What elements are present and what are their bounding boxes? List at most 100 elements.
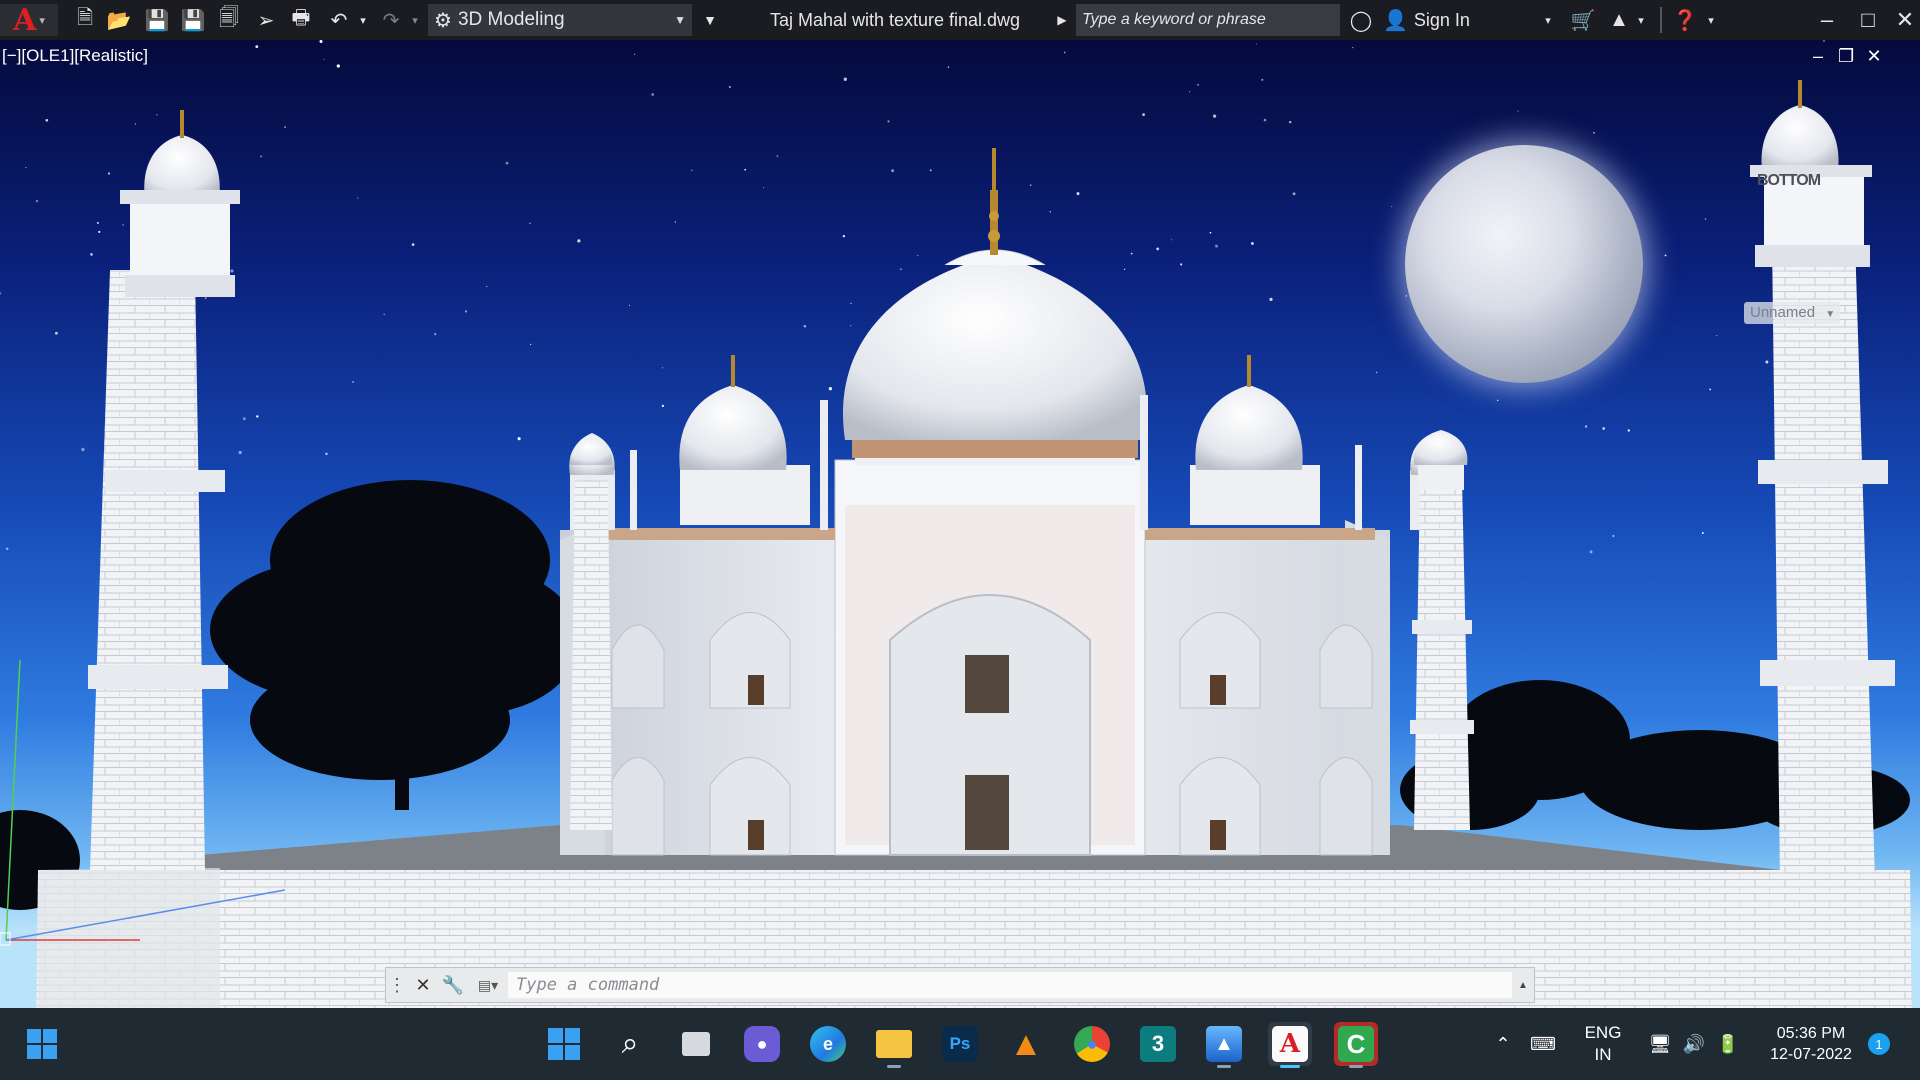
minaret-right-inner (1410, 430, 1474, 830)
teams-chat-icon[interactable]: ● (740, 1022, 784, 1066)
application-menu-button[interactable]: A ▾ (0, 2, 58, 38)
document-title: Taj Mahal with texture final.dwg (769, 9, 1021, 30)
photos-glyph: ▲ (1206, 1026, 1242, 1062)
windows-taskbar: ⌕ ● e Ps ▲ ● 3 ▲ A C ⌃ ⌨ ENG IN 🖥 🔊 🔋 05… (0, 1008, 1920, 1080)
plot-export-icon[interactable]: ➢ (251, 4, 281, 36)
binoculars-icon[interactable]: ◯ (1346, 4, 1376, 36)
save-as-icon[interactable]: 💾 (178, 4, 208, 36)
new-icon[interactable]: 🗎 (70, 4, 100, 36)
autodesk-app-icon[interactable]: ▲ (1604, 4, 1634, 36)
chevron-down-icon: ▼ (1825, 309, 1836, 320)
search-glyph: ⌕ (621, 1027, 639, 1060)
user-icon: 👤 (1383, 9, 1408, 32)
running-indicator (1349, 1065, 1363, 1068)
chevron-down-icon[interactable]: ▾ (1634, 4, 1648, 36)
vlc-cone-glyph: ▲ (1009, 1024, 1043, 1063)
search-icon[interactable]: ⌕ (608, 1022, 652, 1066)
plot-icon[interactable]: 🖶 (286, 4, 316, 36)
teams-glyph: ● (744, 1026, 780, 1062)
task-view-icon[interactable] (674, 1022, 718, 1066)
camtasia-icon[interactable]: C (1334, 1022, 1378, 1068)
notification-center-button[interactable]: 1 (1866, 1008, 1892, 1080)
windows-start-button[interactable] (20, 1022, 64, 1066)
vlc-icon[interactable]: ▲ (1004, 1022, 1048, 1066)
viewport-controls-label[interactable]: [−][OLE1][Realistic] (2, 46, 148, 66)
clock-time: 05:36 PM (1776, 1025, 1846, 1042)
chevron-down-icon: ▼ (674, 13, 686, 27)
clock-date: 12-07-2022 (1770, 1046, 1852, 1063)
3dsmax-glyph: 3 (1140, 1026, 1176, 1062)
network-icon[interactable]: 🖥 (1646, 1008, 1674, 1080)
sign-in-label: Sign In (1413, 9, 1470, 30)
open-from-web-icon[interactable]: 🗐 (214, 4, 244, 36)
title-bar: A ▾ 🗎 📂 💾 💾 🗐 ➢ 🖶 ↶ ▾ ↷ ▾ ⚙ 3D Modeling … (0, 0, 1920, 40)
maximize-icon[interactable]: □ (1853, 4, 1883, 36)
customize-wrench-icon[interactable]: 🔧 (438, 975, 468, 996)
help-icon[interactable]: ❓ (1670, 4, 1700, 36)
drag-handle-icon[interactable]: ⋮ (386, 975, 408, 996)
clock[interactable]: 05:36 PM 12-07-2022 (1752, 1008, 1870, 1080)
autocad-logo-icon: A (13, 2, 37, 38)
minimize-icon[interactable]: – (1812, 4, 1842, 36)
viewport-minimize-icon[interactable]: – (1810, 46, 1826, 67)
folder-glyph (876, 1030, 912, 1058)
ucs-menu[interactable]: Unnamed ▼ (1744, 302, 1840, 324)
camtasia-glyph: C (1338, 1026, 1374, 1062)
chhatri-left (679, 355, 810, 525)
running-indicator (1217, 1065, 1231, 1068)
running-indicator (887, 1065, 901, 1068)
chhatri-right (1190, 355, 1320, 525)
input-language-indicator[interactable]: ENG IN (1572, 1008, 1634, 1080)
close-icon[interactable]: ✕ (1890, 4, 1920, 36)
customize-toolbar-icon[interactable]: ▼ (700, 4, 720, 36)
notification-badge: 1 (1868, 1033, 1890, 1055)
tree-silhouette-left (210, 480, 580, 810)
command-input[interactable]: Type a command (508, 972, 1512, 998)
command-line: ⋮ ✕ 🔧 ▤▾ Type a command ▲ (385, 967, 1535, 1003)
chevron-up-icon[interactable]: ▲ (1512, 980, 1534, 991)
language-code: ENG (1584, 1023, 1622, 1042)
edge-icon[interactable]: e (806, 1022, 850, 1066)
edge-glyph: e (810, 1026, 846, 1062)
viewcube-face-label[interactable]: BOTTOM (1757, 172, 1821, 190)
battery-icon[interactable]: 🔋 (1714, 1008, 1742, 1080)
chevron-down-icon[interactable]: ▾ (1538, 4, 1558, 36)
photos-icon[interactable]: ▲ (1202, 1022, 1246, 1068)
viewport-window-controls: – ❐ ✕ (1810, 46, 1882, 67)
gear-icon: ⚙ (434, 9, 452, 32)
3dsmax-icon[interactable]: 3 (1136, 1022, 1180, 1066)
close-icon[interactable]: ✕ (408, 975, 438, 996)
minaret-far-left (88, 110, 240, 870)
sign-in-button[interactable]: 👤 Sign In (1383, 4, 1503, 36)
3d-model-scene (0, 80, 1912, 1008)
workspace-switcher[interactable]: ⚙ 3D Modeling ▼ (428, 4, 692, 36)
search-input[interactable]: Type a keyword or phrase (1076, 4, 1340, 36)
task-view-glyph (682, 1032, 710, 1056)
undo-dropdown-icon[interactable]: ▾ (356, 4, 370, 36)
volume-icon[interactable]: 🔊 (1680, 1008, 1708, 1080)
show-hidden-icons-icon[interactable]: ⌃ (1490, 1008, 1516, 1080)
open-icon[interactable]: 📂 (104, 4, 134, 36)
save-icon[interactable]: 💾 (142, 4, 172, 36)
play-arrow-icon[interactable]: ▶ (1054, 4, 1070, 36)
chevron-down-icon: ▾ (39, 14, 45, 27)
photoshop-icon[interactable]: Ps (938, 1022, 982, 1066)
undo-icon[interactable]: ↶ (324, 4, 354, 36)
redo-icon[interactable]: ↷ (376, 4, 406, 36)
viewport-restore-icon[interactable]: ❐ (1838, 46, 1854, 67)
redo-dropdown-icon[interactable]: ▾ (408, 4, 422, 36)
keyboard-icon[interactable]: ⌨ (1528, 1008, 1558, 1080)
chrome-icon[interactable]: ● (1070, 1022, 1114, 1066)
recent-commands-icon[interactable]: ▤▾ (468, 977, 508, 994)
autocad-glyph: A (1272, 1026, 1308, 1062)
windows-logo-icon (548, 1028, 580, 1060)
cart-icon[interactable]: 🛒 (1568, 4, 1598, 36)
chevron-down-icon[interactable]: ▾ (1704, 4, 1718, 36)
autocad-icon[interactable]: A (1268, 1022, 1312, 1068)
file-explorer-icon[interactable] (872, 1022, 916, 1068)
viewport-close-icon[interactable]: ✕ (1866, 46, 1882, 67)
ucs-name: Unnamed (1750, 304, 1816, 321)
workspace-label: 3D Modeling (457, 9, 565, 30)
drawing-viewport[interactable]: [−][OLE1][Realistic] BOTTOM Unnamed ▼ – … (0, 40, 1920, 1008)
start-center-button[interactable] (542, 1022, 586, 1066)
